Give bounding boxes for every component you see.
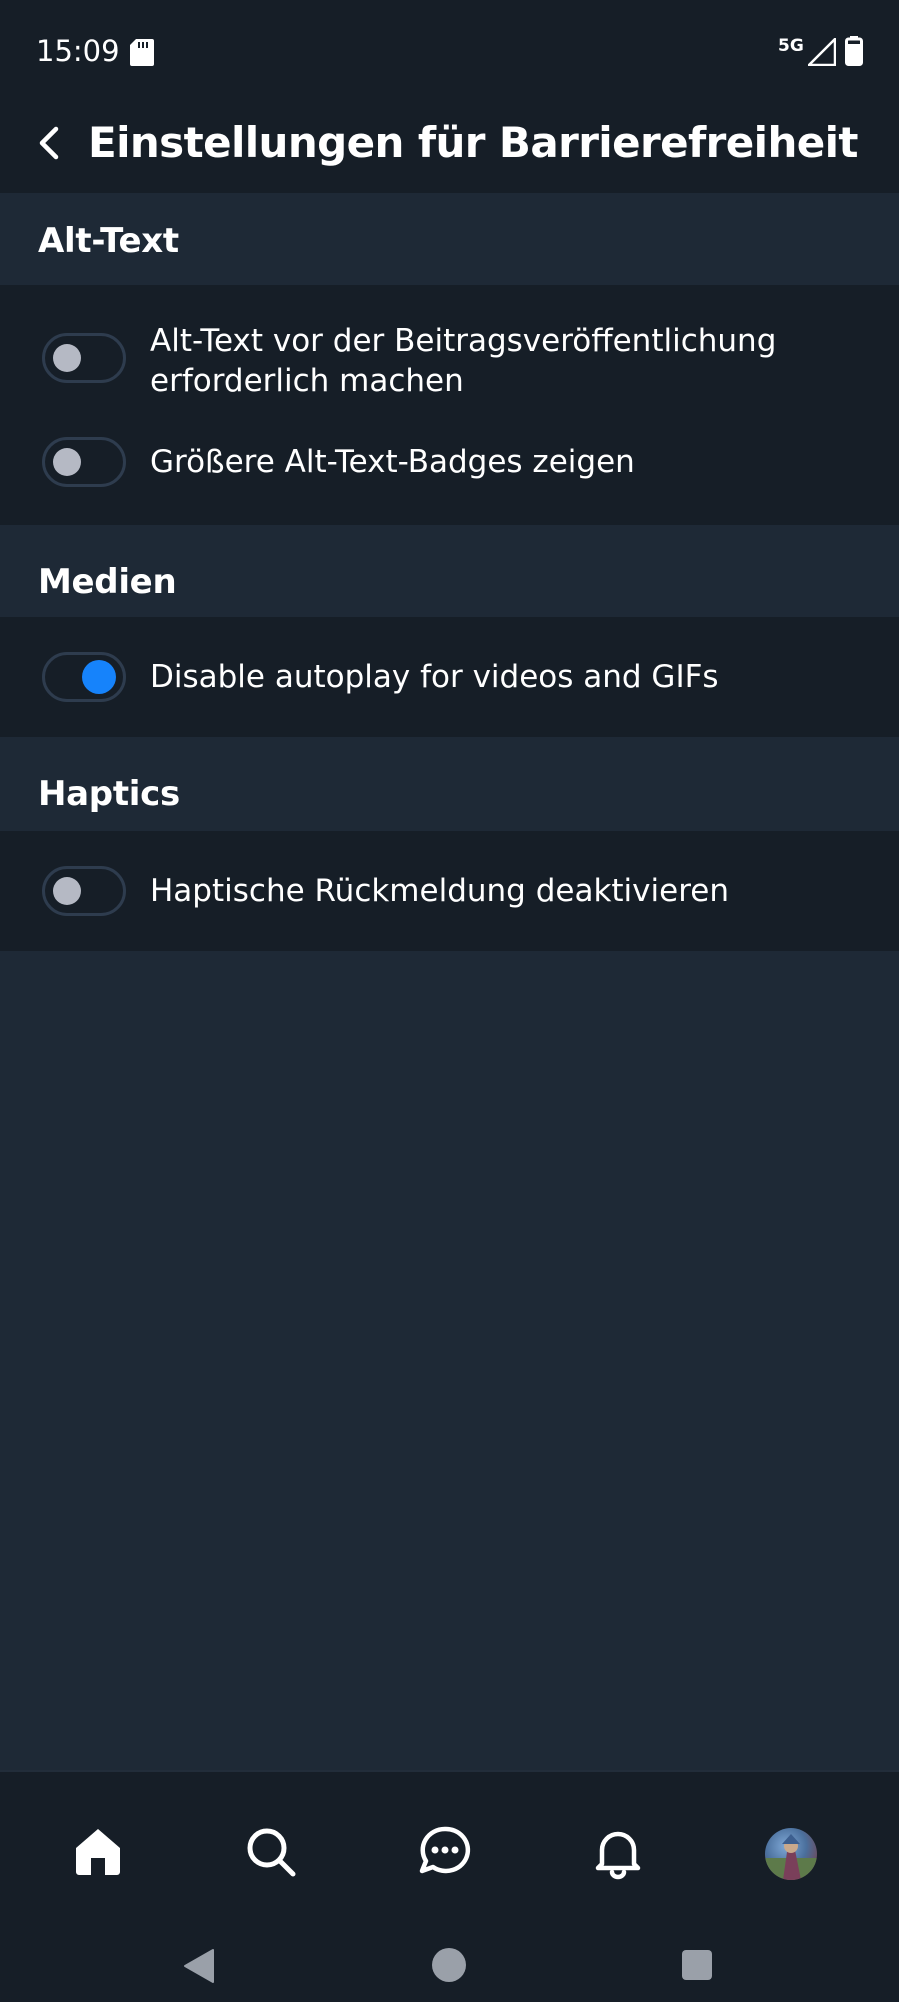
toggle-disable-haptics[interactable]: [42, 866, 126, 916]
home-icon: [76, 1829, 120, 1875]
page-title: Einstellungen für Barrierefreiheit: [88, 118, 859, 167]
bell-icon: [595, 1831, 641, 1880]
nav-home[interactable]: [70, 1824, 126, 1880]
option-label: Größere Alt-Text-Badges zeigen: [150, 444, 635, 480]
section-header-media: Medien: [0, 525, 899, 617]
signal-icon: [808, 38, 836, 66]
toggle-knob: [82, 660, 116, 694]
status-time: 15:09: [36, 34, 120, 68]
avatar-image: [765, 1834, 817, 1880]
status-bar: 15:09 5G: [0, 0, 899, 105]
chevron-left-icon[interactable]: [28, 121, 72, 165]
section-title: Alt-Text: [38, 221, 179, 261]
battery-icon: [845, 36, 863, 66]
toggle-require-alt-text[interactable]: [42, 333, 126, 383]
chat-icon: [419, 1826, 471, 1874]
section-header-alt-text: Alt-Text: [0, 193, 899, 285]
avatar[interactable]: [765, 1828, 817, 1880]
nav-search[interactable]: [243, 1824, 299, 1880]
toggle-knob: [53, 344, 81, 372]
search-icon: [247, 1828, 296, 1877]
section-header-haptics: Haptics: [0, 737, 899, 831]
toggle-knob: [53, 448, 81, 476]
toggle-larger-alt-badges[interactable]: [42, 437, 126, 487]
bottom-nav: [0, 1770, 899, 2002]
app-header: Einstellungen für Barrierefreiheit: [0, 105, 899, 193]
nav-chat[interactable]: [417, 1824, 473, 1880]
section-alt-text: Alt-Text vor der Beitragsveröffentlichun…: [0, 285, 899, 525]
system-home-button[interactable]: [432, 1948, 466, 1982]
option-label: Disable autoplay for videos and GIFs: [150, 659, 719, 695]
option-label: Alt-Text vor der Beitragsveröffentlichun…: [150, 323, 777, 399]
option-label: Haptische Rückmeldung deaktivieren: [150, 873, 729, 909]
toggle-disable-autoplay[interactable]: [42, 652, 126, 702]
section-haptics: Haptische Rückmeldung deaktivieren: [0, 831, 899, 951]
network-type: 5G: [778, 36, 804, 56]
nav-notifications[interactable]: [590, 1824, 646, 1880]
system-back-icon[interactable]: [183, 1948, 215, 1984]
section-title: Medien: [38, 562, 177, 602]
system-recents-button[interactable]: [682, 1950, 712, 1980]
sd-card-icon: [130, 39, 154, 66]
section-media: Disable autoplay for videos and GIFs: [0, 617, 899, 737]
toggle-knob: [53, 877, 81, 905]
section-title: Haptics: [38, 774, 180, 814]
